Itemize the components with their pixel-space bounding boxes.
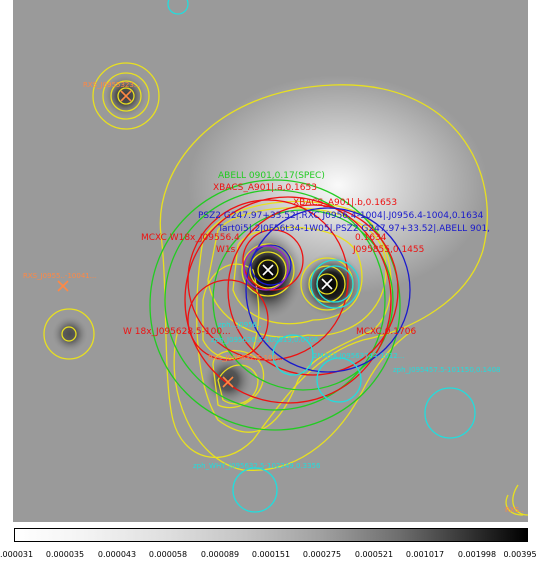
- colorbar-tick: 0.001017: [405, 550, 445, 559]
- colorbar: [14, 528, 528, 542]
- label-rxs-j0956: RXS_J095632.5-100...: [208, 354, 284, 362]
- label-rxs-top: RXS_J0955323...: [83, 81, 141, 89]
- label-mcxc-left: MCXC W18x_J09556.4: [141, 233, 240, 243]
- label-zph-whiy: zph_WHY_J095632.5-102249,0.3356: [193, 462, 321, 470]
- label-cyan-small: zph...J0956..: [218, 321, 262, 329]
- label-abell-0901: ABELL 0901,0.17(SPEC): [218, 171, 325, 181]
- faint-source-left: [52, 316, 88, 352]
- sky-map: ABELL 0901,0.17(SPEC) XBACS_A901|.a,0.16…: [13, 0, 528, 522]
- label-j095855: J095855,0.1455: [352, 245, 424, 255]
- label-xbacs-a: XBACS_A901|.a,0.1653: [213, 183, 317, 193]
- label-0634: 0.1634: [355, 233, 387, 243]
- label-mixed: Tart0i5|.2J0F56t34-1W05|.PSZ2 G247.97+33…: [217, 224, 490, 234]
- colorbar-tick: 0.000521: [354, 550, 394, 559]
- colorbar-tick: 0.00395: [503, 550, 537, 559]
- label-w18x-ink: W1s: [216, 245, 236, 255]
- colorbar-tick: 0.000035: [45, 550, 85, 559]
- colorbar-tick: 0.000058: [148, 550, 188, 559]
- colorbar-tick: 0.000151: [251, 550, 291, 559]
- label-rxs-left: RXS_J0955..-10041...: [23, 272, 96, 280]
- faint-source-bottom: [203, 355, 253, 405]
- label-zph-right: 2MASX J09563744-1012...: [313, 352, 404, 360]
- label-mcxc-right: MCXC,0.1706: [356, 327, 416, 337]
- sky-map-frame: ABELL 0901,0.17(SPEC) XBACS_A901|.a,0.16…: [13, 0, 528, 522]
- label-psz2: PSZ2 G247.97+33.52|.RXC J0956.4-1004|.J0…: [198, 211, 484, 221]
- label-xbacs-b: XBACS_A901|.b,0.1653: [293, 198, 397, 208]
- colorbar-tick: 0.000031: [0, 550, 34, 559]
- colorbar-tick: 0.000275: [302, 550, 342, 559]
- colorbar-tick: 0.000089: [200, 550, 240, 559]
- label-zph-far-right: zph_J095457.5-101150,0.1408: [393, 366, 501, 374]
- colorbar-tick: 0.000043: [97, 550, 137, 559]
- colorbar-tick: 0.001998: [457, 550, 497, 559]
- label-orange-right: RXS..: [505, 506, 524, 514]
- label-zph-0706: zph_J095626.5-100619,0.0706: [211, 336, 319, 344]
